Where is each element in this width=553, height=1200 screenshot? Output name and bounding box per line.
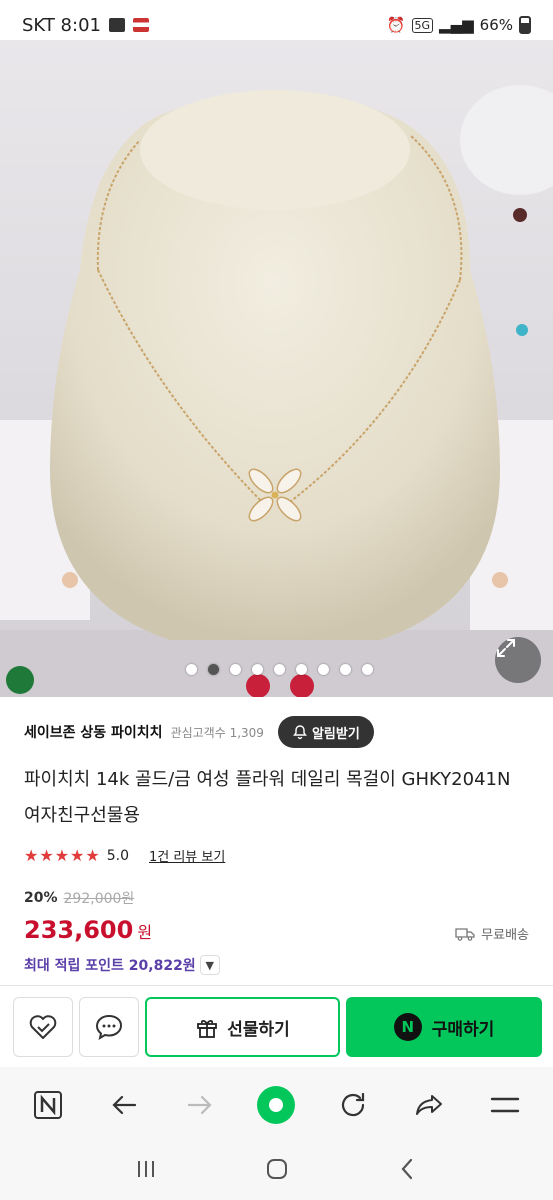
browser-toolbar [0, 1067, 553, 1142]
gift-label: 선물하기 [227, 1019, 290, 1040]
wishlist-button[interactable] [13, 997, 73, 1057]
gallery-dot[interactable] [318, 664, 329, 675]
battery-label: 66% [479, 16, 513, 34]
refresh-icon [341, 1092, 364, 1116]
naver-pay-icon: N [393, 1013, 422, 1041]
necklace-photo [0, 40, 553, 697]
green-dot-icon [257, 1085, 296, 1124]
expand-image-button[interactable] [495, 637, 541, 683]
gallery-dot[interactable] [274, 664, 285, 675]
chevron-left-icon [401, 1158, 412, 1180]
forward-button[interactable] [178, 1083, 222, 1127]
heart-check-icon [29, 1015, 57, 1039]
naver-home-button[interactable] [26, 1083, 70, 1127]
review-link[interactable]: 1건 리뷰 보기 [149, 846, 225, 865]
hamburger-menu-icon [490, 1097, 520, 1112]
alarm-icon: ⏰ [386, 16, 406, 34]
gallery-dot[interactable] [208, 664, 219, 675]
price-row: 233,600 원 [24, 916, 152, 944]
gallery-dot[interactable] [340, 664, 351, 675]
signal-icon: ▂▄▆ [439, 16, 474, 34]
recent-apps-button[interactable] [134, 1157, 158, 1185]
rating-row: ★★★★★ 5.0 1건 리뷰 보기 [24, 846, 225, 865]
points-row[interactable]: 최대 적립 포인트 20,822원 ▼ [24, 955, 220, 975]
shipping-info: 무료배송 [455, 924, 529, 943]
interest-count: 관심고객수 1,309 [170, 725, 264, 740]
recent-apps-icon [137, 1161, 154, 1177]
discount-rate: 20% [24, 890, 58, 906]
network-label: 5G [411, 17, 434, 33]
gallery-notification-icon [108, 18, 125, 32]
seller-row: 세이브존 상동 파이치치 관심고객수 1,309 알림받기 [24, 716, 529, 748]
home-icon [266, 1159, 287, 1179]
purchase-action-bar: 선물하기 N 구매하기 [0, 985, 553, 1067]
alarm-label: 알림받기 [311, 726, 360, 742]
expand-icon [497, 639, 515, 657]
share-button[interactable] [407, 1083, 451, 1127]
price-unit: 원 [137, 923, 153, 942]
bell-plus-icon [293, 725, 307, 740]
arrow-left-icon [112, 1095, 137, 1114]
chat-bubble-icon [95, 1014, 123, 1041]
share-arrow-icon [415, 1094, 442, 1115]
buy-label: 구매하기 [431, 1019, 495, 1040]
star-rating-icon: ★★★★★ [24, 846, 101, 865]
flag-notification-icon [132, 18, 149, 32]
gallery-dot[interactable] [186, 664, 197, 675]
system-back-button[interactable] [396, 1157, 420, 1185]
system-nav-bar [0, 1142, 553, 1200]
discount-row: 20% 292,000원 [24, 888, 134, 908]
menu-button[interactable] [483, 1083, 527, 1127]
chevron-down-icon[interactable]: ▼ [199, 955, 220, 975]
home-button[interactable] [265, 1157, 289, 1185]
green-dot-button[interactable] [254, 1083, 298, 1127]
carrier-time: SKT 8:01 [22, 14, 101, 36]
refresh-button[interactable] [331, 1083, 375, 1127]
back-button[interactable] [102, 1083, 146, 1127]
gallery-dot[interactable] [252, 664, 263, 675]
product-image[interactable] [0, 40, 553, 697]
gift-button[interactable]: 선물하기 [145, 997, 340, 1057]
seller-name[interactable]: 세이브존 상동 파이치치 [24, 722, 163, 742]
product-title: 파이치치 14k 골드/금 여성 플라워 데일리 목걸이 GHKY2041N 여… [24, 769, 511, 826]
points-label: 최대 적립 포인트 20,822원 [24, 958, 196, 974]
naver-n-icon [34, 1090, 63, 1119]
truck-icon [455, 927, 475, 941]
gift-icon [197, 1019, 218, 1038]
gallery-dot[interactable] [296, 664, 307, 675]
gallery-dot[interactable] [230, 664, 241, 675]
original-price: 292,000원 [63, 891, 135, 907]
battery-icon [519, 16, 531, 34]
gallery-dot[interactable] [362, 664, 373, 675]
alarm-subscribe-button[interactable]: 알림받기 [277, 716, 374, 748]
sale-price: 233,600 [24, 916, 134, 944]
rating-value: 5.0 [106, 847, 129, 864]
shipping-label: 무료배송 [481, 928, 529, 943]
gallery-pagination[interactable] [186, 664, 373, 675]
arrow-right-icon [188, 1095, 212, 1114]
talk-button[interactable] [79, 997, 139, 1057]
buy-button[interactable]: N 구매하기 [346, 997, 542, 1057]
